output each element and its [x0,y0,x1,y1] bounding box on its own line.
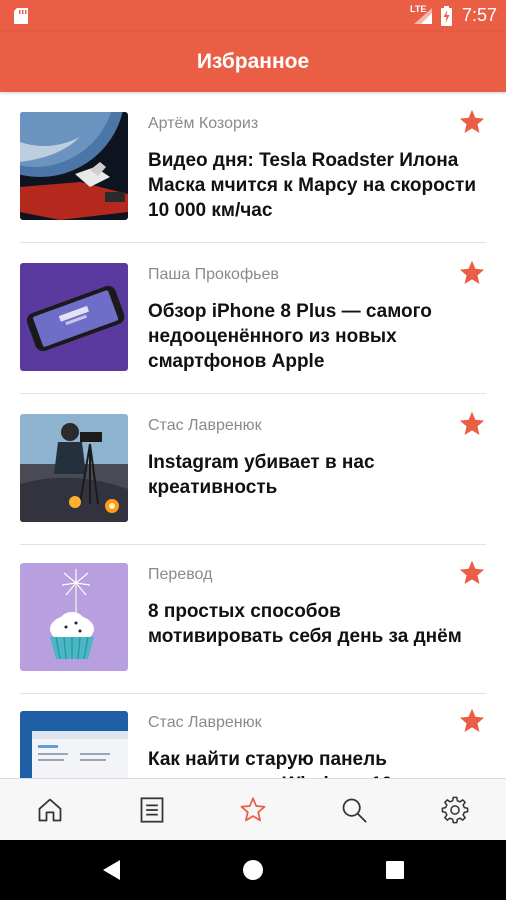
favorite-star-icon[interactable] [458,259,486,287]
favorite-star-icon[interactable] [458,559,486,587]
page-title: Избранное [196,50,310,73]
photographer-image [20,414,128,522]
tesla-roadster-space-image [20,112,128,220]
news-list-icon [140,797,164,823]
favorites-list[interactable]: Артём Козориз Видео дня: Tesla Roadster … [0,92,506,778]
bottom-navigation [0,778,506,841]
article-author: Перевод [148,566,213,583]
favorite-star-icon[interactable] [458,707,486,735]
star-icon [240,797,266,822]
article-thumbnail[interactable] [20,414,128,522]
home-icon [38,798,62,822]
home-circle-icon[interactable] [242,859,264,881]
iphone-photo-image [20,263,128,371]
windows-screenshot-image [20,711,128,778]
article-item[interactable]: Артём Козориз Видео дня: Tesla Roadster … [20,92,486,243]
nav-news-button[interactable] [138,796,166,824]
cupcake-sparkler-image [20,563,128,671]
sd-card-icon [14,8,28,24]
article-title[interactable]: Обзор iPhone 8 Plus — самого недооценённ… [148,299,478,374]
article-item[interactable]: Стас Лавренюк Как найти старую панель уп… [20,691,486,778]
gear-icon [441,796,469,824]
article-title[interactable]: 8 простых способов мотивировать себя ден… [148,599,478,649]
article-title[interactable]: Как найти старую панель управления в Win… [148,747,478,778]
search-icon [342,798,367,823]
back-icon[interactable] [100,859,122,881]
article-author: Паша Прокофьев [148,266,279,283]
favorite-star-icon[interactable] [458,410,486,438]
app-bar: Избранное [0,32,506,92]
article-item[interactable]: Паша Прокофьев Обзор iPhone 8 Plus — сам… [20,243,486,394]
status-bar: LTE 7:57 [0,0,506,32]
status-time: 7:57 [462,5,498,25]
article-thumbnail[interactable] [20,711,128,778]
battery-charging-icon [441,6,452,26]
article-author: Стас Лавренюк [148,714,262,731]
article-author: Артём Козориз [148,115,259,132]
article-thumbnail[interactable] [20,563,128,671]
nav-search-button[interactable] [340,796,368,824]
article-item[interactable]: Стас Лавренюк Instagram убивает в нас кр… [20,394,486,545]
nav-favorites-button[interactable] [239,796,267,824]
system-navigation-bar [0,840,506,900]
article-thumbnail[interactable] [20,112,128,220]
article-title[interactable]: Instagram убивает в нас креативность [148,450,478,500]
article-item[interactable]: Перевод 8 простых способов мотивировать … [20,543,486,694]
article-thumbnail[interactable] [20,263,128,371]
signal-icon [414,8,432,24]
article-title[interactable]: Видео дня: Tesla Roadster Илона Маска мч… [148,148,478,223]
nav-settings-button[interactable] [441,796,469,824]
article-author: Стас Лавренюк [148,417,262,434]
nav-home-button[interactable] [36,796,64,824]
recents-icon[interactable] [386,861,404,879]
favorite-star-icon[interactable] [458,108,486,136]
